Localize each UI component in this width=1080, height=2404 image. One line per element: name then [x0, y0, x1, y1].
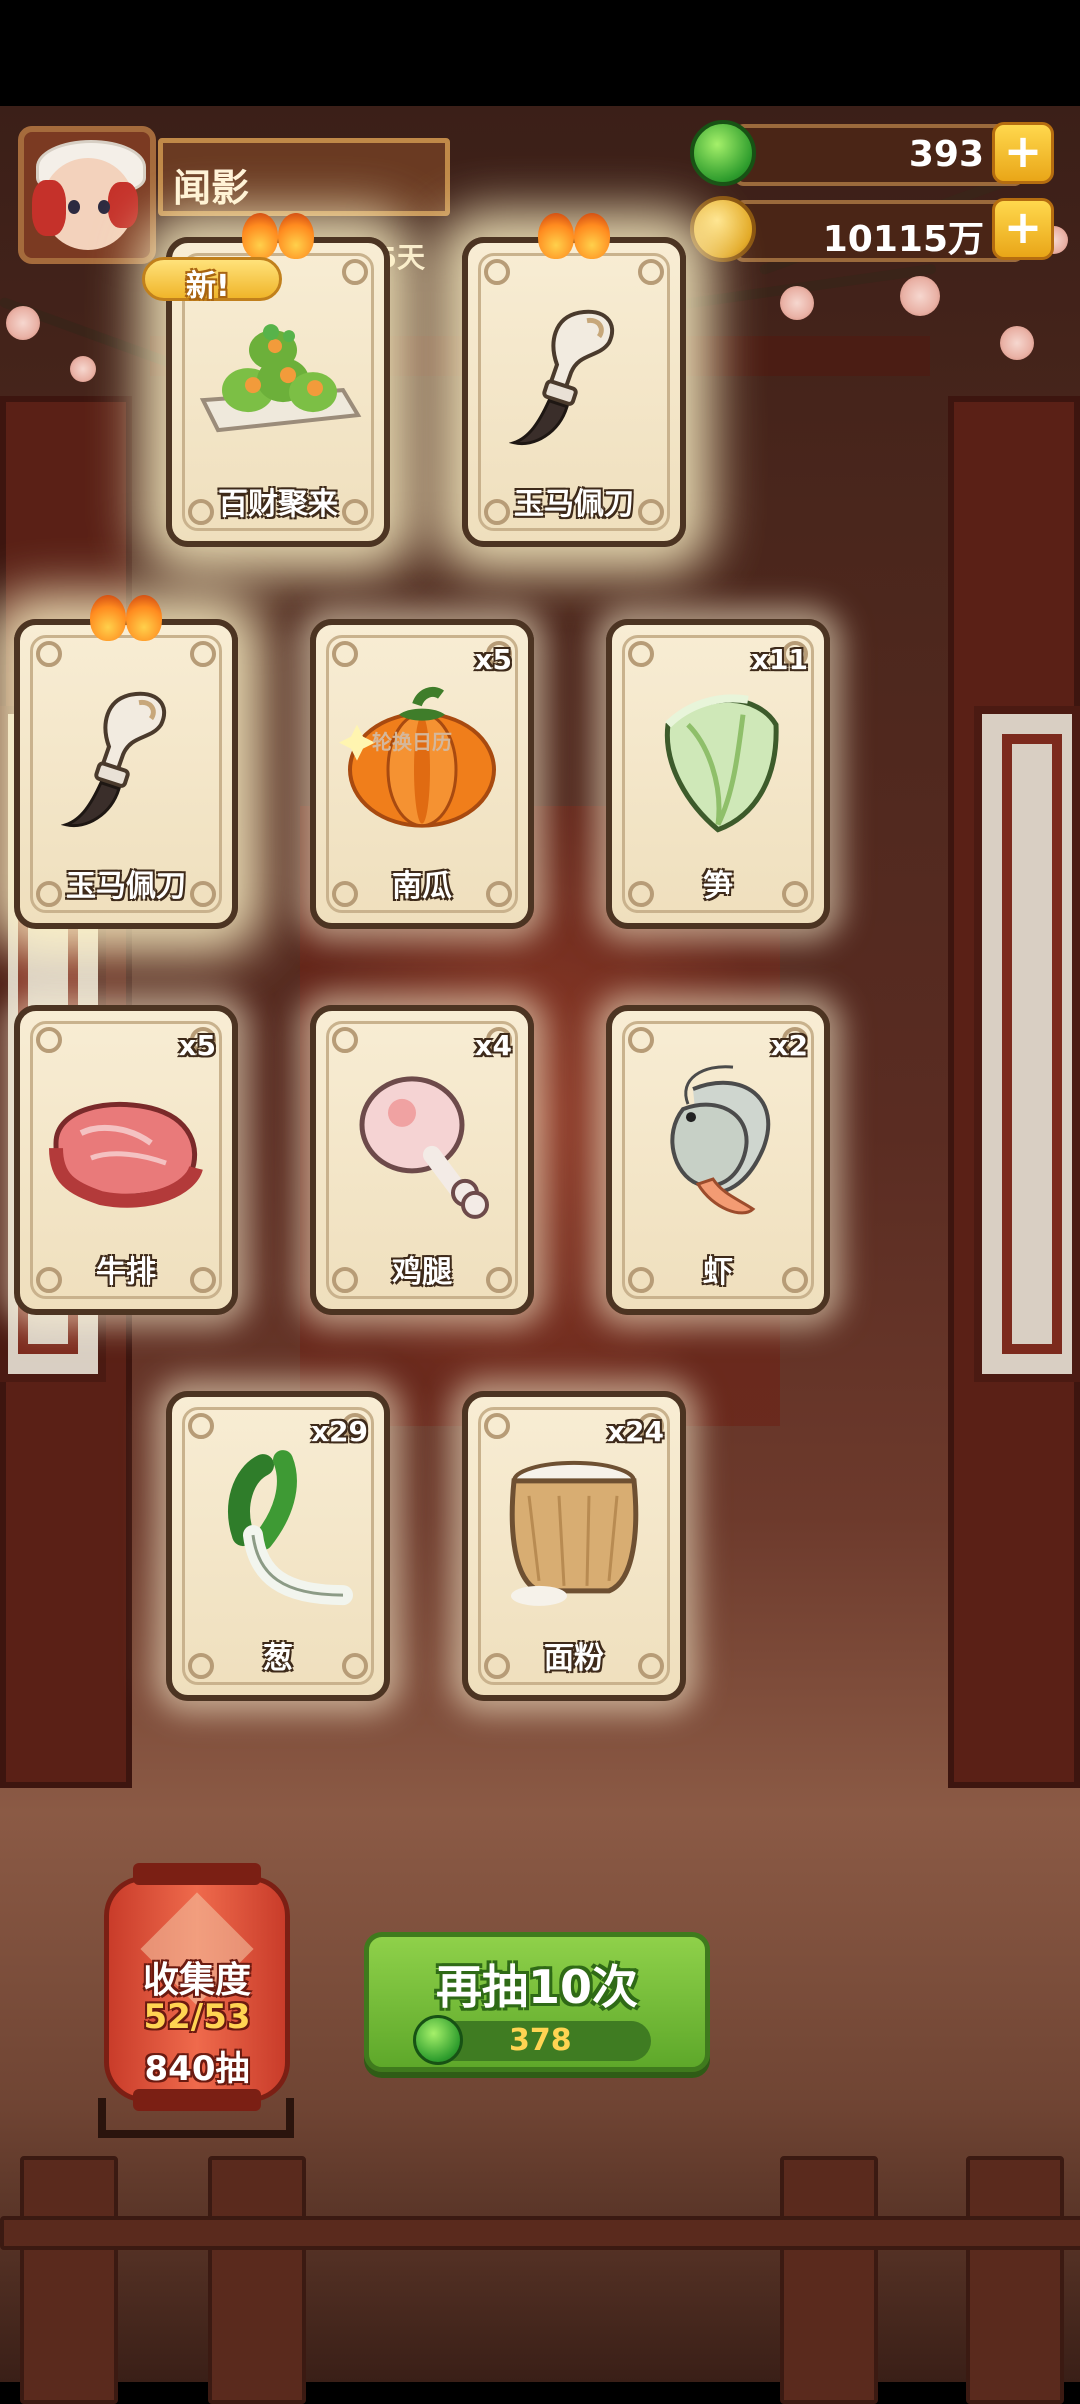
collection-label: 收集度 — [142, 1960, 251, 2001]
jade-coin-icon — [690, 120, 756, 186]
reward-card[interactable]: 玉马佩刀 — [14, 595, 238, 929]
card-name: 百财聚来 — [218, 487, 338, 522]
draw-cost-amount: 378 — [509, 2023, 572, 2058]
flame-icon — [534, 213, 614, 261]
reward-card[interactable]: 玉马佩刀 — [462, 213, 686, 547]
card-name: 葱 — [263, 1641, 293, 1676]
fence-post — [966, 2156, 1064, 2404]
status-bar — [0, 0, 1080, 106]
jade-coin-icon — [413, 2015, 463, 2065]
cabbage-dish-icon — [193, 320, 363, 444]
coin-currency-bar: 10115万 — [734, 200, 1024, 262]
right-window — [974, 706, 1080, 1382]
draw-again-label: 再抽10次 — [435, 1960, 638, 2014]
lantern-stand — [98, 2090, 294, 2138]
fence-post — [780, 2156, 878, 2404]
blossom — [1000, 326, 1034, 360]
blossom — [900, 276, 940, 316]
draw-again-button[interactable]: 再抽10次 378 — [364, 1932, 710, 2072]
draw-cost: 378 — [413, 2015, 651, 2065]
reward-card[interactable]: 南瓜 x5 — [310, 619, 534, 929]
fence-post — [20, 2156, 118, 2404]
add-jade-button[interactable]: + — [992, 122, 1054, 184]
card-quantity: x5 — [474, 643, 512, 676]
card-name: 面粉 — [544, 1641, 604, 1676]
fence-post — [208, 2156, 306, 2404]
card-quantity: x11 — [750, 643, 808, 676]
new-badge: 新! — [142, 257, 282, 307]
blossom — [6, 306, 40, 340]
reward-card[interactable]: 虾 x2 — [606, 1005, 830, 1315]
card-name: 虾 — [703, 1255, 733, 1290]
reward-card[interactable]: 牛排 x5 — [14, 1005, 238, 1315]
reward-card[interactable]: 葱 x29 — [166, 1391, 390, 1701]
collection-draws: 840抽 — [144, 2049, 250, 2089]
card-name: 笋 — [703, 869, 733, 904]
card-name: 南瓜 — [392, 869, 452, 904]
card-quantity: x2 — [770, 1029, 808, 1062]
card-name: 牛排 — [96, 1255, 156, 1290]
flour-sack-icon — [499, 1451, 649, 1615]
new-badge-text: 新! — [186, 269, 230, 304]
reward-card[interactable]: 笋 x11 — [606, 619, 830, 929]
gold-coin-icon — [690, 196, 756, 262]
pumpkin-icon — [337, 685, 507, 839]
jade-knife-icon — [508, 303, 639, 457]
card-name: 玉马佩刀 — [66, 869, 186, 904]
player-avatar[interactable] — [18, 126, 156, 264]
collection-lantern[interactable]: 收集度 52/53 840抽 — [104, 1863, 290, 2111]
coin-amount: 10115万 — [822, 219, 984, 260]
blossom — [70, 356, 96, 382]
fence-rail — [0, 2216, 1080, 2250]
add-coins-button[interactable]: + — [992, 198, 1054, 260]
flame-icon — [86, 595, 166, 643]
blossom — [780, 286, 814, 320]
rotation-calendar-label[interactable]: 轮换日历 — [372, 726, 452, 755]
card-quantity: x24 — [606, 1415, 664, 1448]
card-quantity: x5 — [178, 1029, 216, 1062]
jade-knife-icon — [60, 685, 191, 839]
steak-icon — [41, 1088, 211, 1212]
card-name: 鸡腿 — [392, 1255, 452, 1290]
card-quantity: x4 — [474, 1029, 512, 1062]
collection-progress: 52/53 — [143, 1997, 251, 2037]
flame-icon — [238, 213, 318, 261]
bamboo-shoot-icon — [648, 685, 788, 839]
shrimp-icon — [643, 1059, 793, 1233]
player-name-bar[interactable]: 闻影 — [158, 138, 450, 216]
chicken-leg-icon — [347, 1065, 497, 1229]
card-quantity: x29 — [310, 1415, 368, 1448]
player-name: 闻影 — [173, 166, 250, 210]
reward-card[interactable]: 鸡腿 x4 — [310, 1005, 534, 1315]
reward-card[interactable]: 面粉 x24 — [462, 1391, 686, 1701]
jade-currency-bar: 393 — [734, 124, 1024, 186]
reward-card[interactable]: 百财聚来 新! — [142, 213, 390, 547]
jade-amount: 393 — [908, 134, 984, 175]
scallion-icon — [203, 1445, 353, 1619]
card-name: 玉马佩刀 — [514, 487, 634, 522]
